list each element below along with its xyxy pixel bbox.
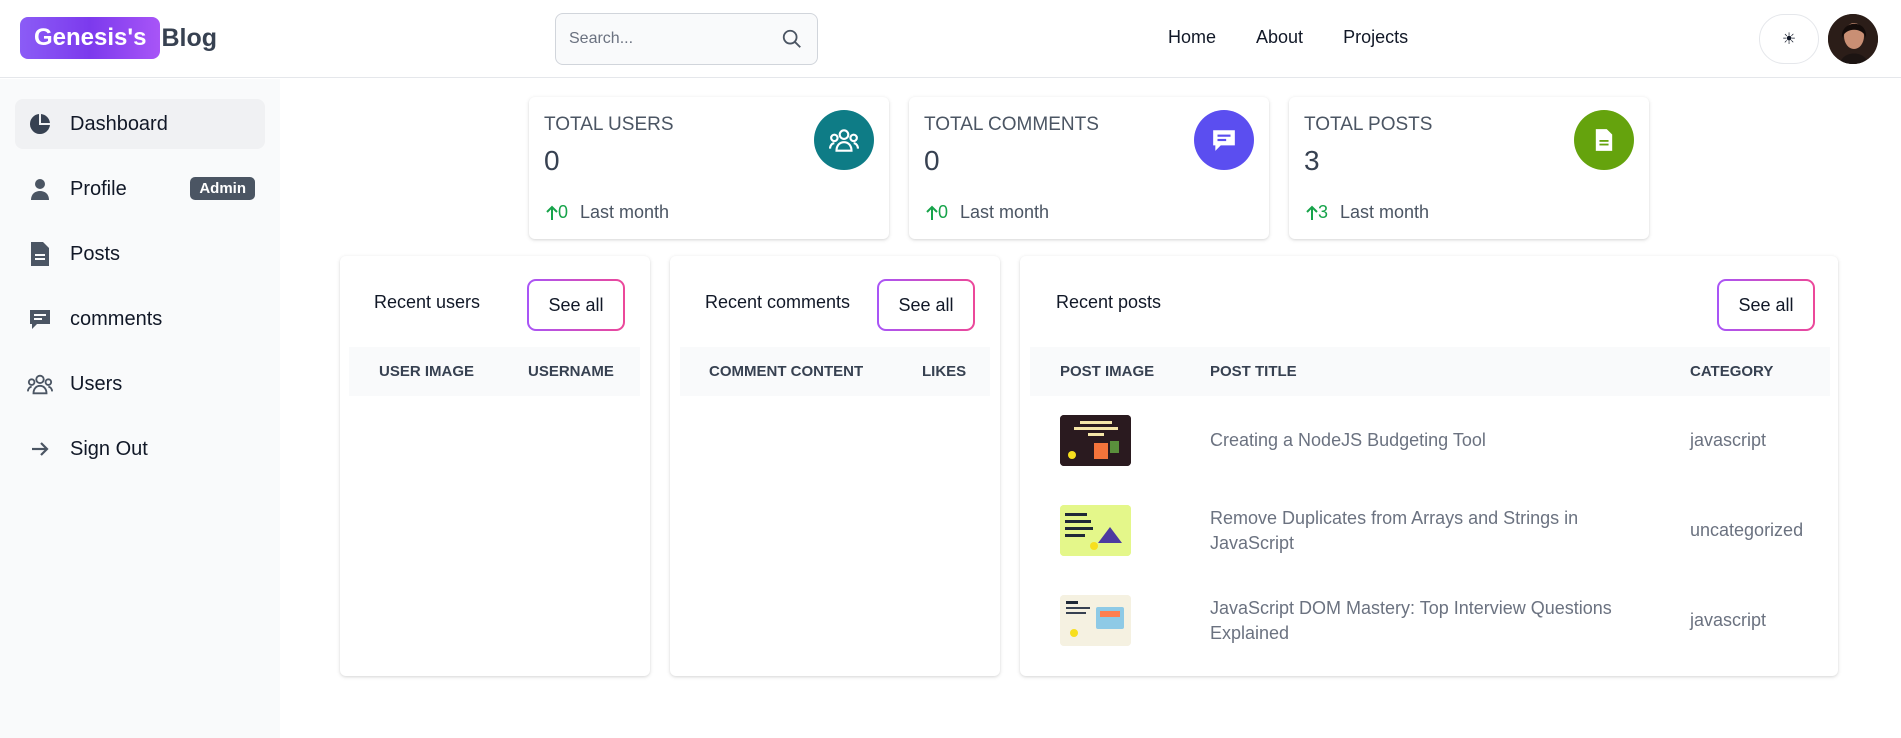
nav-projects[interactable]: Projects xyxy=(1343,27,1408,48)
user-icon xyxy=(27,176,53,202)
site-logo[interactable]: Genesis's Blog xyxy=(20,17,217,59)
sidebar-item-comments[interactable]: comments xyxy=(15,294,265,344)
nav-home[interactable]: Home xyxy=(1168,27,1216,48)
stat-footer-label: Last month xyxy=(1340,202,1430,222)
admin-badge: Admin xyxy=(190,177,255,200)
sidebar-item-label: Profile xyxy=(70,177,127,200)
post-thumbnail-image xyxy=(1060,595,1131,646)
nav-about[interactable]: About xyxy=(1256,27,1303,48)
stat-value: 0 xyxy=(544,145,560,176)
arrow-up-icon xyxy=(926,205,938,220)
logo-badge: Genesis's xyxy=(20,17,161,59)
post-thumbnail[interactable] xyxy=(1060,595,1131,646)
column-header: Post image xyxy=(1060,363,1155,380)
stat-title: Total Comments xyxy=(924,114,1099,135)
recent-comments-panel: Recent comments See all Comment content … xyxy=(670,256,1000,676)
table-header: User image Username xyxy=(349,347,640,396)
column-header: Post title xyxy=(1210,363,1297,380)
panel-title: Recent posts xyxy=(1056,292,1162,312)
pie-chart-icon xyxy=(27,111,53,137)
sun-icon: ☀ xyxy=(1781,31,1797,48)
users-group-icon xyxy=(27,371,53,397)
stat-footer: 3 Last month xyxy=(1306,202,1429,223)
document-icon xyxy=(1574,110,1634,170)
stat-delta-value: 0 xyxy=(558,202,569,222)
stat-footer-label: Last month xyxy=(580,202,670,222)
sidebar-item-sign-out[interactable]: Sign Out xyxy=(15,424,265,474)
sidebar-item-label: Sign Out xyxy=(70,437,148,460)
column-header: Comment content xyxy=(709,363,864,380)
main-nav: Home About Projects xyxy=(1168,27,1408,48)
post-title[interactable]: Remove Duplicates from Arrays and String… xyxy=(1210,506,1630,556)
post-title[interactable]: Creating a NodeJS Budgeting Tool xyxy=(1210,428,1630,453)
stat-delta-value: 3 xyxy=(1318,202,1329,222)
stat-card-total-comments: Total Comments 0 0 Last month xyxy=(909,97,1269,239)
user-avatar[interactable] xyxy=(1828,14,1878,64)
stat-footer: 0 Last month xyxy=(546,202,669,223)
arrow-up-icon xyxy=(1306,205,1318,220)
recent-users-panel: Recent users See all User image Username xyxy=(340,256,650,676)
stat-value: 3 xyxy=(1304,145,1320,176)
stat-title: Total Posts xyxy=(1304,114,1433,135)
post-thumbnail[interactable] xyxy=(1060,505,1131,556)
comment-icon xyxy=(27,306,53,332)
post-category: uncategorized xyxy=(1690,520,1804,540)
post-category: javascript xyxy=(1690,610,1767,630)
stat-delta: 0 xyxy=(926,202,948,223)
avatar-image xyxy=(1828,14,1878,64)
sidebar-item-profile[interactable]: Profile Admin xyxy=(15,164,265,214)
stat-delta-value: 0 xyxy=(938,202,949,222)
sidebar-item-posts[interactable]: Posts xyxy=(15,229,265,279)
stat-title: Total Users xyxy=(544,114,674,135)
post-thumbnail-image xyxy=(1060,505,1131,556)
column-header: Category xyxy=(1690,363,1774,380)
theme-toggle-button[interactable]: ☀ xyxy=(1759,14,1819,64)
column-header: Username xyxy=(528,363,614,380)
stat-delta: 0 xyxy=(546,202,568,223)
users-group-icon xyxy=(814,110,874,170)
column-header: User image xyxy=(379,363,475,380)
arrow-right-icon xyxy=(27,436,53,462)
sidebar-item-dashboard[interactable]: Dashboard xyxy=(15,99,265,149)
search-box xyxy=(555,13,818,65)
comment-icon xyxy=(1194,110,1254,170)
top-header: Genesis's Blog Home About Projects ☀ xyxy=(0,0,1901,78)
see-all-posts-button[interactable]: See all xyxy=(1717,279,1815,331)
see-all-comments-button[interactable]: See all xyxy=(877,279,975,331)
table-header: Comment content Likes xyxy=(680,347,990,396)
post-category: javascript xyxy=(1690,430,1767,450)
stat-value: 0 xyxy=(924,145,940,176)
recent-posts-panel: Recent posts See all Post image Post tit… xyxy=(1020,256,1838,676)
post-title[interactable]: JavaScript DOM Mastery: Top Interview Qu… xyxy=(1210,596,1630,646)
panel-title: Recent comments xyxy=(705,292,851,312)
stat-card-total-users: Total Users 0 0 Last month xyxy=(529,97,889,239)
arrow-up-icon xyxy=(546,205,558,220)
panel-title: Recent users xyxy=(374,292,481,312)
post-thumbnail-image xyxy=(1060,415,1131,466)
post-thumbnail[interactable] xyxy=(1060,415,1131,466)
sidebar-item-label: Posts xyxy=(70,242,121,265)
document-icon xyxy=(27,241,53,267)
stat-delta: 3 xyxy=(1306,202,1328,223)
sidebar-item-label: Dashboard xyxy=(70,112,168,135)
sidebar-item-label: Users xyxy=(70,372,123,395)
search-input[interactable] xyxy=(569,14,769,64)
logo-text: Blog xyxy=(161,23,217,52)
sidebar-item-users[interactable]: Users xyxy=(15,359,265,409)
column-header: Likes xyxy=(922,363,967,380)
stat-card-total-posts: Total Posts 3 3 Last month xyxy=(1289,97,1649,239)
stat-footer: 0 Last month xyxy=(926,202,1049,223)
sidebar: Dashboard Profile Admin Posts comments U… xyxy=(0,79,280,738)
table-header: Post image Post title Category xyxy=(1030,347,1830,396)
see-all-users-button[interactable]: See all xyxy=(527,279,625,331)
sidebar-item-label: comments xyxy=(70,307,163,330)
stat-footer-label: Last month xyxy=(960,202,1050,222)
search-icon[interactable] xyxy=(781,28,803,50)
